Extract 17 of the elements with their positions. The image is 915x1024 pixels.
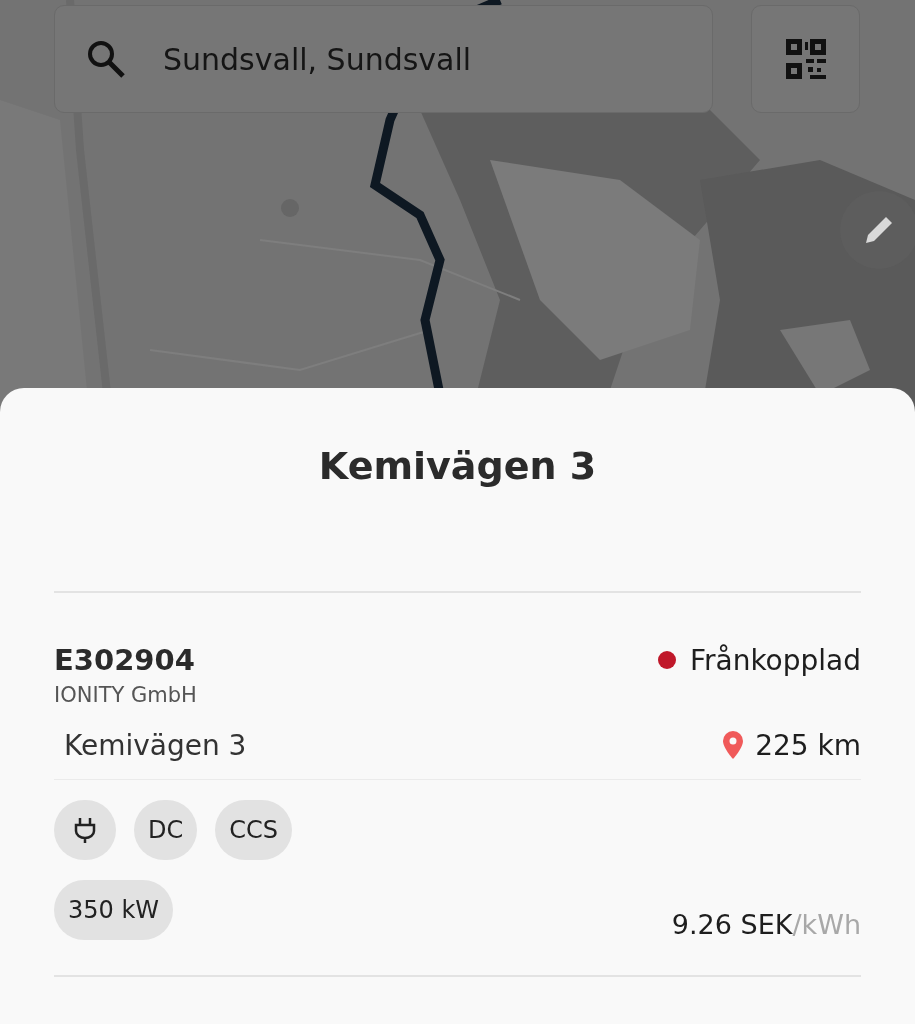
search-field[interactable]: Sundsvall, Sundsvall [54,5,713,113]
charger-id: E302904 [54,643,195,677]
status-label: Frånkopplad [689,643,861,677]
search-icon [86,39,126,79]
qr-code-icon [785,39,826,79]
charger-address: Kemivägen 3 [63,728,247,762]
price-label: 9.26 SEK [671,909,793,940]
power-tag: 350 kW [54,880,174,940]
connector-tag: DC [134,800,198,860]
operator-name: IONITY GmbH [54,683,198,707]
distance-label: 225 km [755,728,861,762]
location-pin-icon [723,731,744,759]
sheet-title: Kemivägen 3 [54,388,861,593]
connector-tag: CCS [215,800,292,860]
price-unit: /kWh [792,909,861,940]
qr-code-button[interactable] [751,5,860,113]
plug-icon [74,816,96,844]
